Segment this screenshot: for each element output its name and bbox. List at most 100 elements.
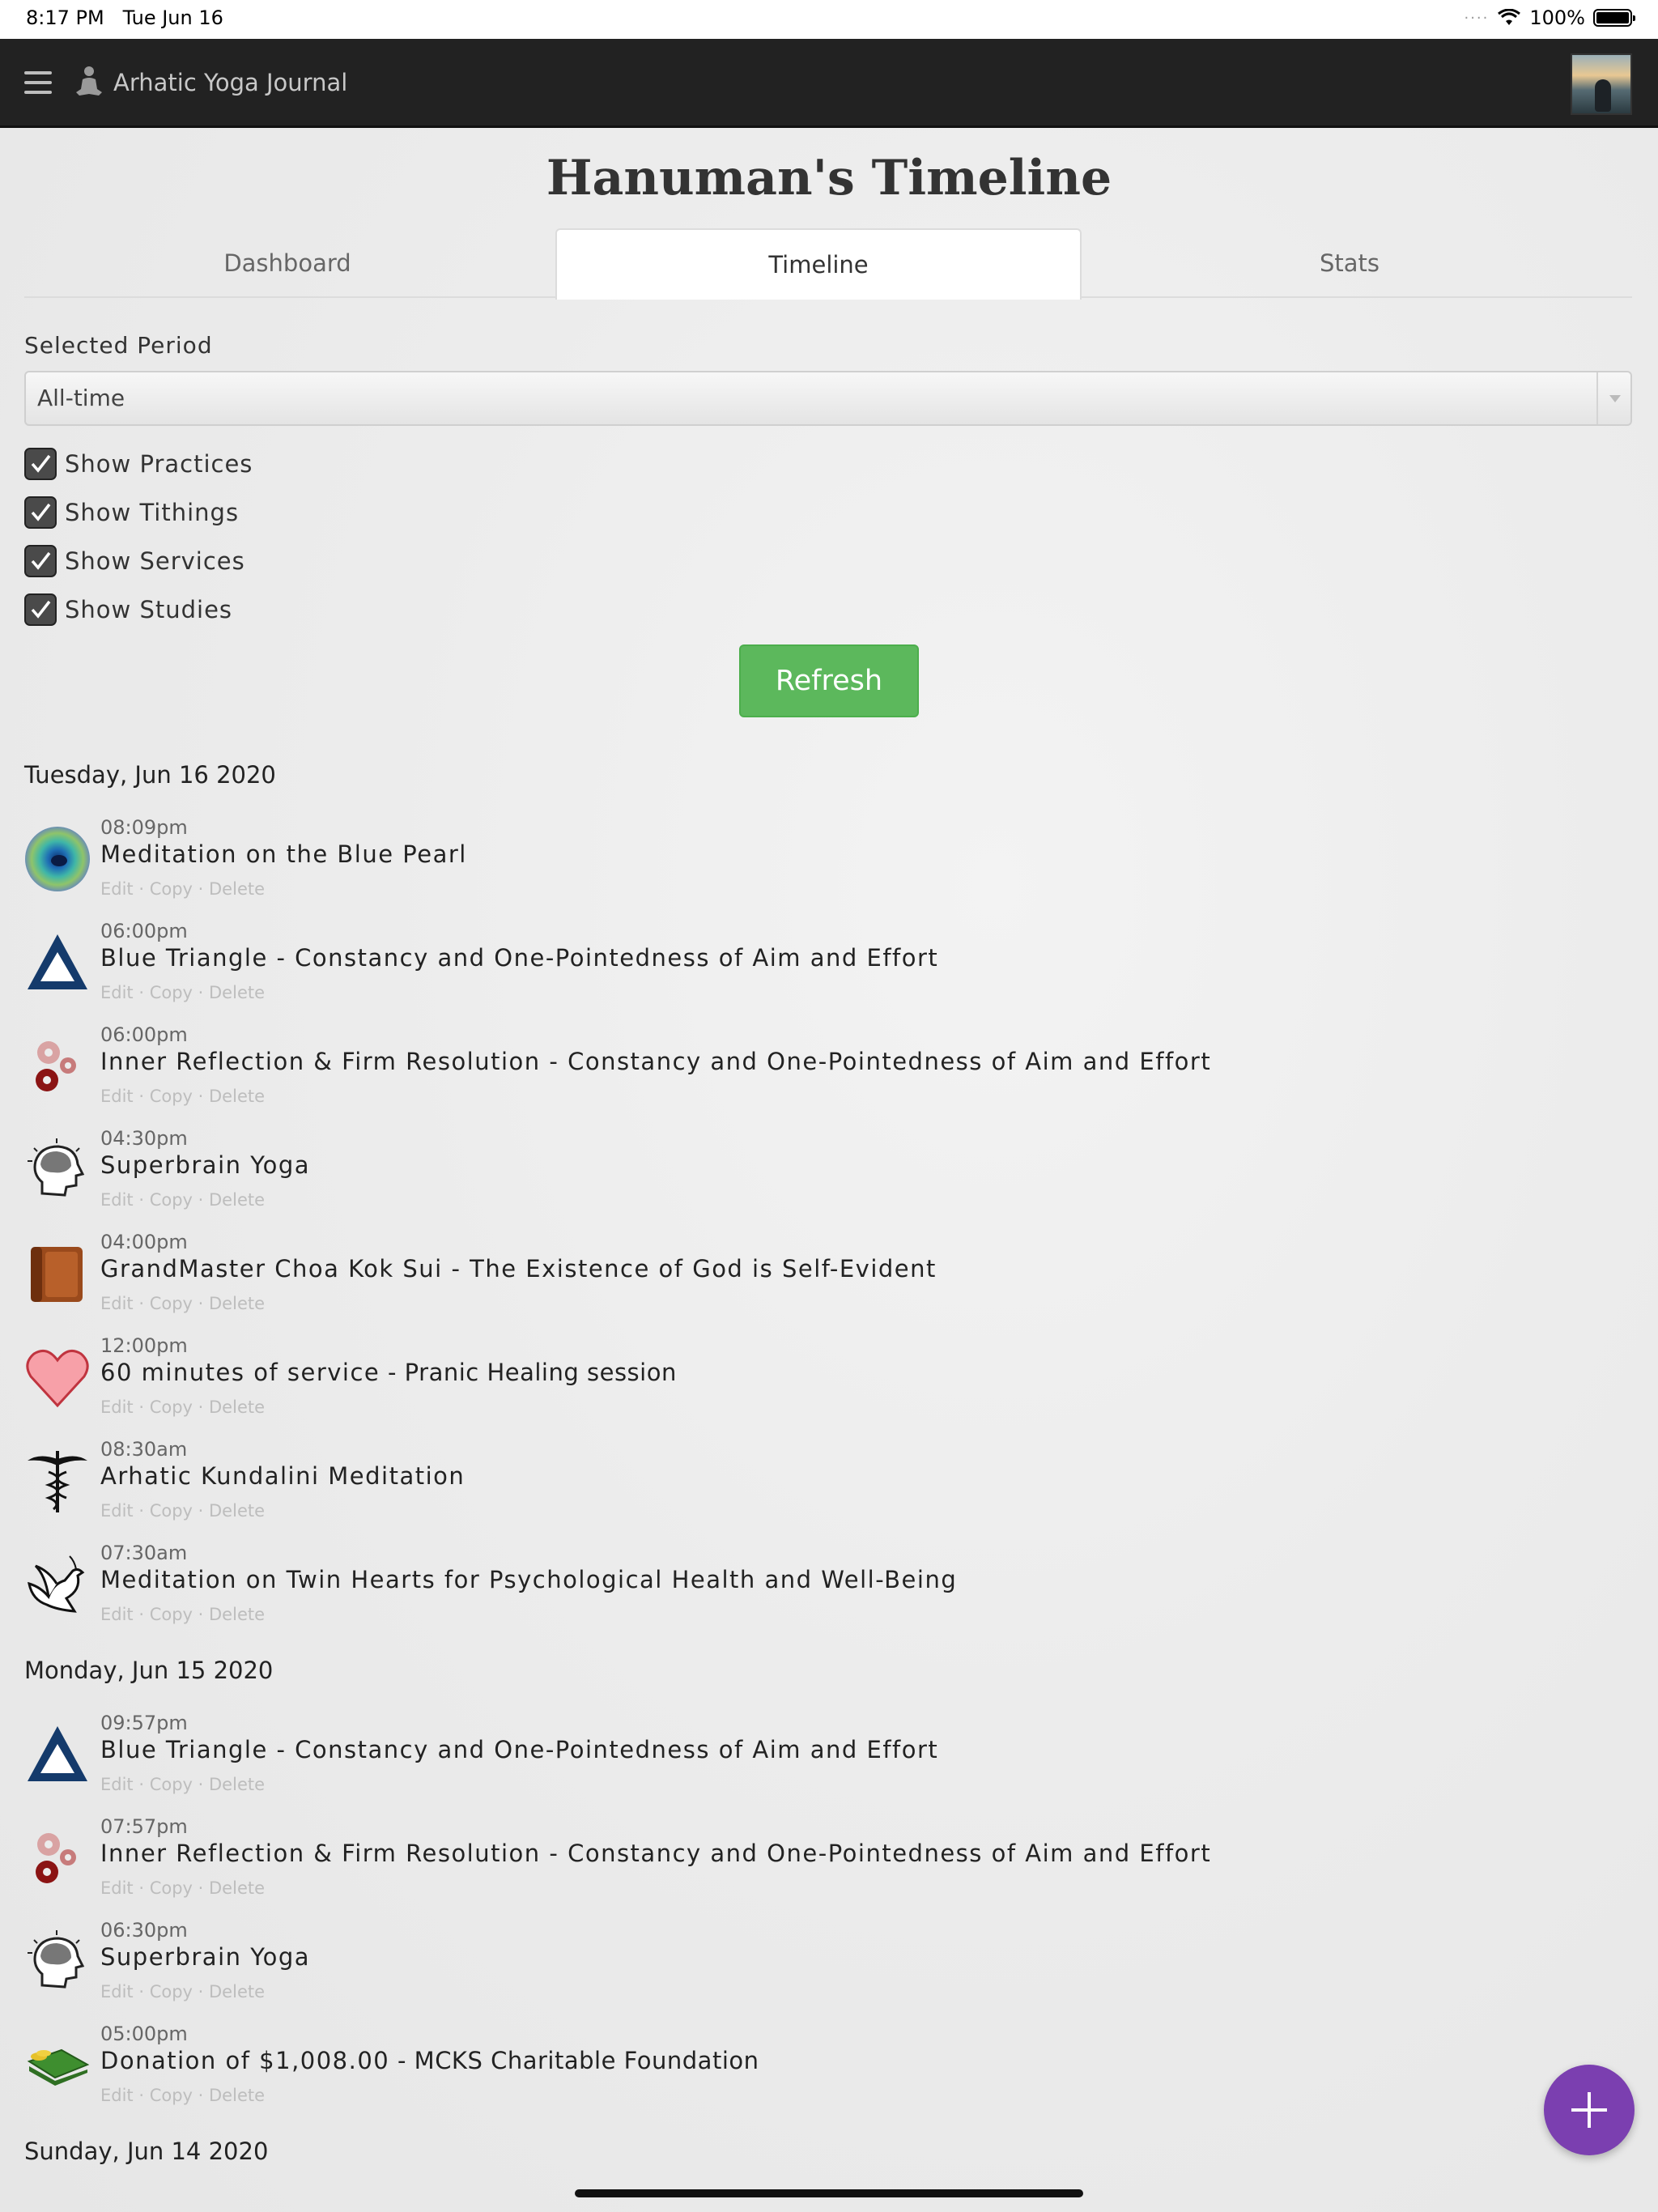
page-title: Hanuman's Timeline (546, 150, 1112, 206)
gears-icon (36, 1041, 76, 1091)
show-studies-checkbox[interactable] (24, 593, 57, 626)
copy-link[interactable]: Copy (150, 1501, 193, 1521)
show-studies-row[interactable]: Show Studies (24, 593, 232, 626)
tab-stats[interactable]: Stats (1086, 228, 1613, 298)
entry-time: 04:30pm (100, 1127, 188, 1150)
entry-actions: Edit · Copy · Delete (100, 1605, 266, 1624)
edit-link[interactable]: Edit (100, 1294, 134, 1313)
copy-link[interactable]: Copy (150, 1878, 193, 1898)
timeline-entry: 06:00pm Inner Reflection & Firm Resoluti… (24, 1023, 1482, 1121)
show-services-row[interactable]: Show Services (24, 545, 245, 577)
show-services-checkbox[interactable] (24, 545, 57, 577)
entry-actions: Edit · Copy · Delete (100, 1982, 266, 2001)
show-practices-row[interactable]: Show Practices (24, 448, 253, 480)
heart-icon (26, 1349, 89, 1408)
edit-link[interactable]: Edit (100, 1501, 134, 1521)
tab-timeline[interactable]: Timeline (555, 228, 1082, 300)
copy-link[interactable]: Copy (150, 1775, 193, 1794)
app-name: Arhatic Yoga Journal (113, 69, 348, 96)
edit-link[interactable]: Edit (100, 983, 134, 1002)
edit-link[interactable]: Edit (100, 1982, 134, 2001)
entry-title-text: Donation of $1,008.00 (100, 2047, 390, 2074)
delete-link[interactable]: Delete (209, 1294, 265, 1313)
entry-actions: Edit · Copy · Delete (100, 983, 266, 1002)
timeline-entry: 04:00pm GrandMaster Choa Kok Sui - The E… (24, 1231, 1482, 1328)
status-date: Tue Jun 16 (122, 6, 223, 29)
copy-link[interactable]: Copy (150, 1190, 193, 1210)
entry-time: 09:57pm (100, 1712, 188, 1734)
entry-time: 12:00pm (100, 1334, 188, 1357)
delete-link[interactable]: Delete (209, 1982, 265, 2001)
entry-title[interactable]: Arhatic Kundalini Meditation (100, 1462, 465, 1490)
copy-link[interactable]: Copy (150, 879, 193, 899)
copy-link[interactable]: Copy (150, 1294, 193, 1313)
delete-link[interactable]: Delete (209, 1501, 265, 1521)
status-right: ···· 100% (1464, 6, 1635, 29)
entry-title[interactable]: Meditation on Twin Hearts for Psychologi… (100, 1566, 957, 1593)
refresh-button[interactable]: Refresh (739, 644, 919, 717)
entry-title[interactable]: GrandMaster Choa Kok Sui - The Existence… (100, 1255, 937, 1283)
delete-link[interactable]: Delete (209, 1190, 265, 1210)
entry-title-text: Superbrain Yoga (100, 1151, 311, 1179)
delete-link[interactable]: Delete (209, 1087, 265, 1106)
entry-title[interactable]: Meditation on the Blue Pearl (100, 840, 467, 868)
timeline-entry: 12:00pm 60 minutes of service - Pranic H… (24, 1334, 1482, 1431)
delete-link[interactable]: Delete (209, 879, 265, 899)
show-tithings-checkbox[interactable] (24, 496, 57, 529)
edit-link[interactable]: Edit (100, 2086, 134, 2105)
entry-title[interactable]: Blue Triangle - Constancy and One-Pointe… (100, 944, 938, 972)
show-tithings-row[interactable]: Show Tithings (24, 496, 239, 529)
entry-title[interactable]: Superbrain Yoga (100, 1151, 310, 1179)
edit-link[interactable]: Edit (100, 1878, 134, 1898)
blue-triangle-icon (28, 1726, 87, 1781)
copy-link[interactable]: Copy (150, 1605, 193, 1624)
delete-link[interactable]: Delete (209, 2086, 265, 2105)
entry-title[interactable]: Inner Reflection & Firm Resolution - Con… (100, 1048, 1211, 1075)
delete-link[interactable]: Delete (209, 1605, 265, 1624)
entry-title-text: Meditation on the Blue Pearl (100, 840, 467, 868)
menu-icon[interactable] (24, 71, 52, 94)
edit-link[interactable]: Edit (100, 1397, 134, 1417)
entry-title[interactable]: Inner Reflection & Firm Resolution - Con… (100, 1840, 1211, 1867)
delete-link[interactable]: Delete (209, 1775, 265, 1794)
entry-title-text: Inner Reflection & Firm Resolution - Con… (100, 1048, 1212, 1075)
blue-pearl-icon (25, 827, 90, 891)
copy-link[interactable]: Copy (150, 1982, 193, 2001)
copy-link[interactable]: Copy (150, 983, 193, 1002)
home-indicator[interactable] (575, 2189, 1083, 2197)
delete-link[interactable]: Delete (209, 1878, 265, 1898)
delete-link[interactable]: Delete (209, 983, 265, 1002)
edit-link[interactable]: Edit (100, 879, 134, 899)
entry-title[interactable]: Blue Triangle - Constancy and One-Pointe… (100, 1736, 938, 1763)
app-brand[interactable]: Arhatic Yoga Journal (74, 65, 347, 100)
add-entry-button[interactable] (1544, 2065, 1635, 2155)
copy-link[interactable]: Copy (150, 1397, 193, 1417)
copy-link[interactable]: Copy (150, 1087, 193, 1106)
entry-title[interactable]: Superbrain Yoga (100, 1943, 310, 1971)
entry-title-text: Blue Triangle - Constancy and One-Pointe… (100, 1736, 939, 1763)
edit-link[interactable]: Edit (100, 1605, 134, 1624)
entry-actions: Edit · Copy · Delete (100, 1294, 266, 1313)
edit-link[interactable]: Edit (100, 1190, 134, 1210)
blue-triangle-icon (28, 934, 87, 989)
timeline-entry: 06:30pm Superbrain Yoga Edit · Copy · De… (24, 1919, 1482, 2016)
user-avatar[interactable] (1571, 53, 1632, 115)
entry-actions: Edit · Copy · Delete (100, 879, 266, 899)
entry-title[interactable]: 60 minutes of service - Pranic Healing s… (100, 1359, 677, 1386)
entry-time: 06:30pm (100, 1919, 188, 1942)
entry-title-text: Meditation on Twin Hearts for Psychologi… (100, 1566, 958, 1593)
show-studies-label: Show Studies (65, 596, 233, 623)
show-practices-checkbox[interactable] (24, 448, 57, 480)
edit-link[interactable]: Edit (100, 1775, 134, 1794)
tab-dashboard[interactable]: Dashboard (24, 228, 551, 298)
timeline-entry: 09:57pm Blue Triangle - Constancy and On… (24, 1712, 1482, 1809)
status-bar: 8:17 PM Tue Jun 16 ···· 100% (0, 0, 1658, 39)
entry-title-text: Arhatic Kundalini Meditation (100, 1462, 466, 1490)
entry-time: 07:30am (100, 1542, 188, 1564)
delete-link[interactable]: Delete (209, 1397, 265, 1417)
copy-link[interactable]: Copy (150, 2086, 193, 2105)
period-select[interactable]: All-time (24, 371, 1632, 426)
timeline-entry: 07:57pm Inner Reflection & Firm Resoluti… (24, 1815, 1482, 1912)
edit-link[interactable]: Edit (100, 1087, 134, 1106)
entry-title[interactable]: Donation of $1,008.00 - MCKS Charitable … (100, 2047, 759, 2074)
